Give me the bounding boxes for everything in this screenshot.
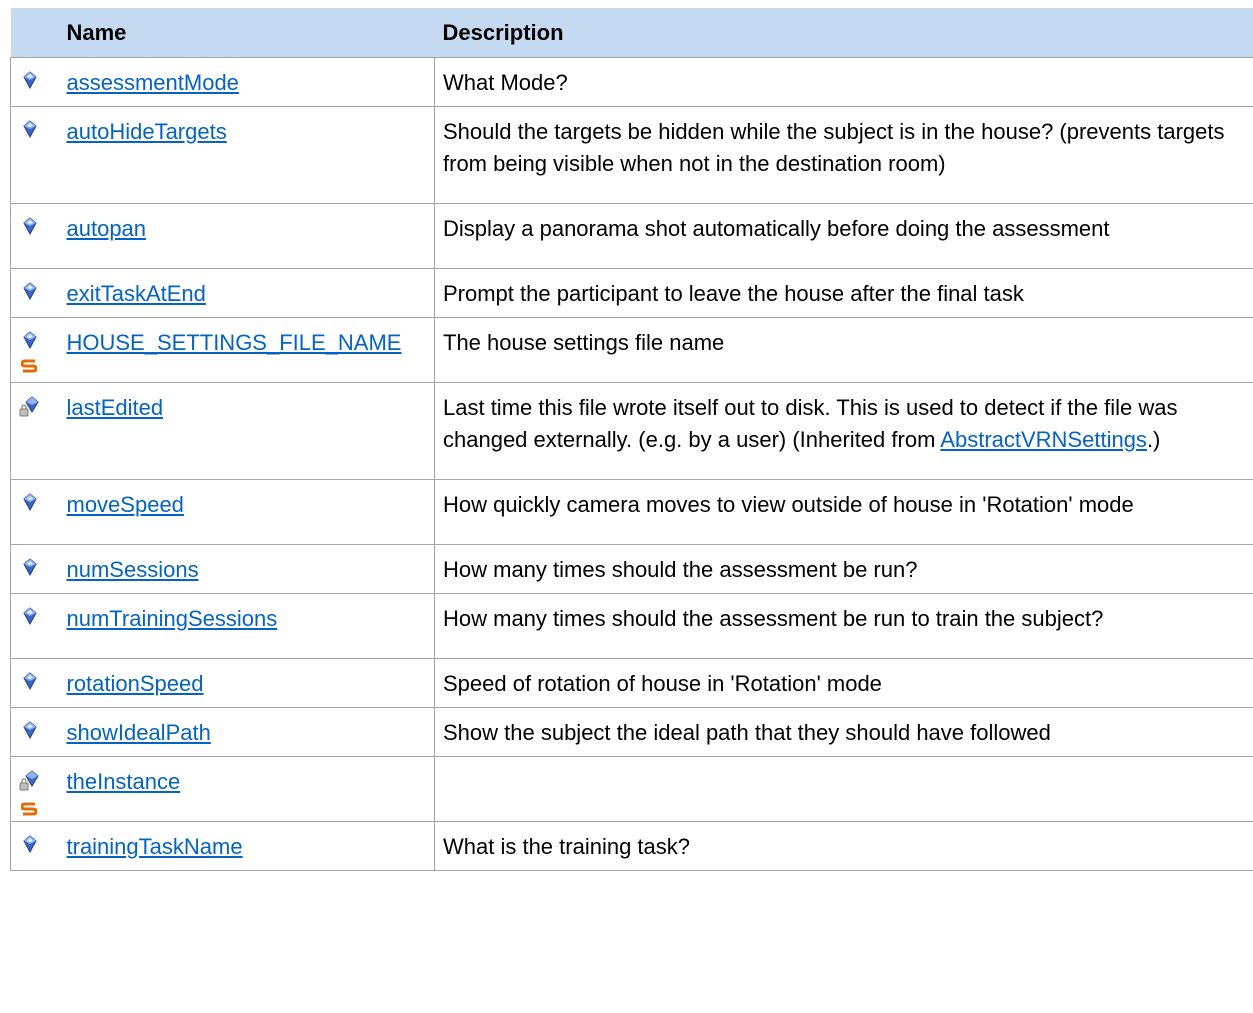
description-text: Display a panorama shot automatically be… (443, 216, 1110, 241)
member-icon-cell (10, 203, 59, 269)
public-field-icon (23, 558, 37, 576)
table-row: assessmentMode What Mode? (10, 57, 1253, 107)
member-name-link[interactable]: lastEdited (67, 395, 164, 420)
member-name-cell: numTrainingSessions (58, 593, 435, 659)
public-field-icon (23, 493, 37, 511)
table-row: autopan Display a panorama shot automatic… (10, 203, 1253, 269)
table-row: autoHideTargets Should the targets be hid… (10, 106, 1253, 204)
member-name-link[interactable]: trainingTaskName (67, 834, 243, 859)
member-description-cell: Show the subject the ideal path that the… (434, 707, 1253, 757)
member-name-cell: lastEdited (58, 382, 435, 480)
member-description-cell: Should the targets be hidden while the s… (434, 106, 1253, 204)
member-name-cell: HOUSE_SETTINGS_FILE_NAME (58, 317, 435, 383)
member-description-cell: How many times should the assessment be … (434, 544, 1253, 594)
description-text: Show the subject the ideal path that the… (443, 720, 1051, 745)
public-field-icon (23, 835, 37, 853)
table-row: lastEdited Last time this file wrote itse… (10, 382, 1253, 480)
public-field-icon (23, 282, 37, 300)
table-row: numTrainingSessions How many times should… (10, 593, 1253, 659)
public-field-icon (23, 672, 37, 690)
table-row: moveSpeed How quickly camera moves to vie… (10, 479, 1253, 545)
member-icon-cell (10, 593, 59, 659)
public-field-icon (23, 120, 37, 138)
member-icon-cell (10, 317, 59, 383)
member-name-cell: moveSpeed (58, 479, 435, 545)
protected-field-icon (19, 770, 39, 791)
member-icon-cell (10, 57, 59, 107)
description-text: How many times should the assessment be … (443, 557, 918, 582)
member-icon-cell (10, 658, 59, 708)
description-text: Should the targets be hidden while the s… (443, 119, 1225, 176)
header-row: Name Description (10, 8, 1253, 58)
static-icon (21, 359, 37, 373)
member-name-link[interactable]: exitTaskAtEnd (67, 281, 206, 306)
public-field-icon (23, 331, 37, 349)
member-name-cell: trainingTaskName (58, 821, 435, 871)
table-row: showIdealPath Show the subject the ideal … (10, 707, 1253, 757)
member-name-link[interactable]: autoHideTargets (67, 119, 227, 144)
member-description-cell: How quickly camera moves to view outside… (434, 479, 1253, 545)
member-description-cell: Display a panorama shot automatically be… (434, 203, 1253, 269)
table-row: exitTaskAtEnd Prompt the participant to l… (10, 268, 1253, 318)
member-description-cell: Prompt the participant to leave the hous… (434, 268, 1253, 318)
inherited-from-link[interactable]: AbstractVRNSettings (940, 427, 1147, 452)
member-name-link[interactable]: showIdealPath (67, 720, 211, 745)
description-text: What is the training task? (443, 834, 691, 859)
member-icon-cell (10, 106, 59, 204)
member-name-link[interactable]: numTrainingSessions (67, 606, 278, 631)
member-name-cell: rotationSpeed (58, 658, 435, 708)
member-description-cell: The house settings file name (434, 317, 1253, 383)
table-row: trainingTaskName What is the training tas… (10, 821, 1253, 871)
member-description-cell: Speed of rotation of house in 'Rotation'… (434, 658, 1253, 708)
public-field-icon (23, 607, 37, 625)
static-icon (21, 802, 37, 816)
description-text-end: .) (1146, 427, 1161, 452)
protected-field-icon (19, 396, 39, 417)
members-table: Name Description assessmentMode What Mode… (10, 8, 1253, 871)
member-description-cell: How many times should the assessment be … (434, 593, 1253, 659)
member-name-link[interactable]: moveSpeed (67, 492, 184, 517)
member-name-cell: showIdealPath (58, 707, 435, 757)
public-field-icon (23, 217, 37, 235)
header-icon-cell (10, 8, 59, 58)
header-name: Name (58, 8, 435, 58)
member-description-cell: What is the training task? (434, 821, 1253, 871)
member-name-link[interactable]: rotationSpeed (67, 671, 204, 696)
member-icon-cell (10, 268, 59, 318)
member-icon-cell (10, 821, 59, 871)
member-name-cell: autopan (58, 203, 435, 269)
member-name-link[interactable]: theInstance (67, 769, 181, 794)
member-icon-cell (10, 707, 59, 757)
member-name-cell: theInstance (58, 756, 435, 822)
member-icon-cell (10, 544, 59, 594)
member-icon-cell (10, 479, 59, 545)
description-text: How many times should the assessment be … (443, 606, 1104, 631)
member-name-link[interactable]: numSessions (67, 557, 199, 582)
header-description: Description (434, 8, 1253, 58)
table-row: HOUSE_SETTINGS_FILE_NAME The house settin… (10, 317, 1253, 383)
member-name-cell: assessmentMode (58, 57, 435, 107)
member-name-link[interactable]: HOUSE_SETTINGS_FILE_NAME (67, 330, 402, 355)
public-field-icon (23, 721, 37, 739)
member-description-cell: What Mode? (434, 57, 1253, 107)
member-name-cell: autoHideTargets (58, 106, 435, 204)
description-text: What Mode? (443, 70, 568, 95)
description-text: How quickly camera moves to view outside… (443, 492, 1134, 517)
member-name-cell: numSessions (58, 544, 435, 594)
description-text: The house settings file name (443, 330, 725, 355)
member-icon-cell (10, 382, 59, 480)
description-text: Prompt the participant to leave the hous… (443, 281, 1024, 306)
member-description-cell: Last time this file wrote itself out to … (434, 382, 1253, 480)
table-row: theInstance (10, 756, 1253, 822)
public-field-icon (23, 71, 37, 89)
member-name-link[interactable]: autopan (67, 216, 147, 241)
member-description-cell (434, 756, 1253, 822)
description-text: Speed of rotation of house in 'Rotation'… (443, 671, 882, 696)
table-row: rotationSpeed Speed of rotation of house … (10, 658, 1253, 708)
table-row: numSessions How many times should the ass… (10, 544, 1253, 594)
member-name-link[interactable]: assessmentMode (67, 70, 239, 95)
member-name-cell: exitTaskAtEnd (58, 268, 435, 318)
member-icon-cell (10, 756, 59, 822)
